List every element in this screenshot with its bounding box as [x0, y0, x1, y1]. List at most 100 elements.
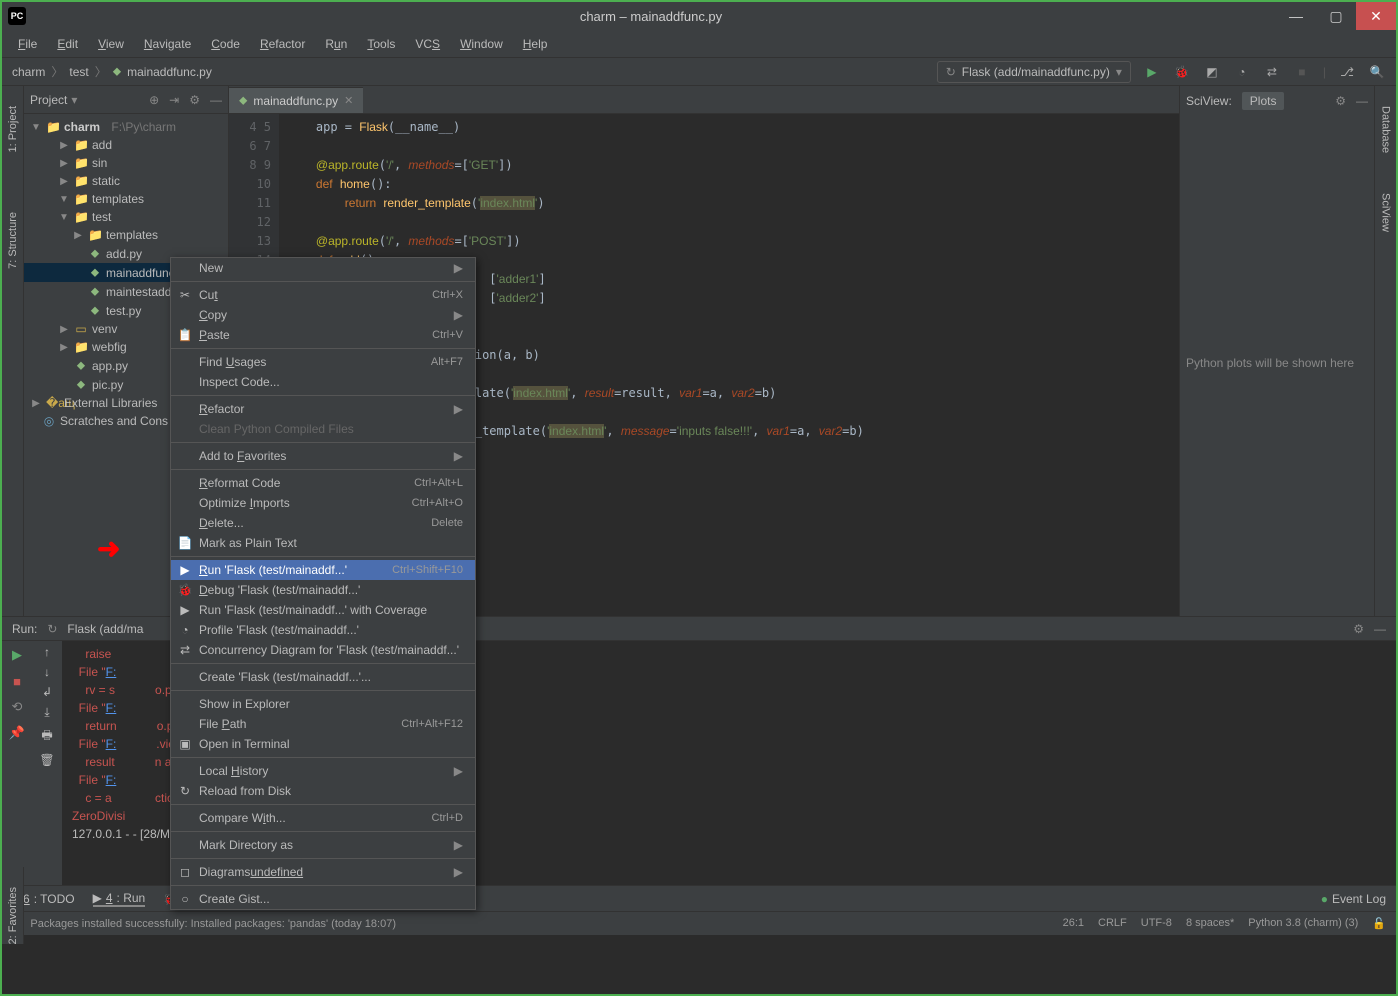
menu-file[interactable]: File [10, 33, 45, 55]
ctx-mark-as-plain-text[interactable]: 📄Mark as Plain Text [171, 533, 475, 553]
close-tab-icon[interactable]: ✕ [344, 94, 353, 107]
context-menu[interactable]: New▶ ✂CutCtrl+XCopy▶📋PasteCtrl+V Find Usag… [170, 257, 476, 910]
hide-icon[interactable]: — [1356, 94, 1368, 108]
project-label: Project [30, 93, 67, 107]
menu-view[interactable]: View [90, 33, 132, 55]
up-icon[interactable]: ↑ [44, 645, 50, 659]
down-icon[interactable]: ↓ [44, 665, 50, 679]
target-icon[interactable]: ⊕ [149, 93, 159, 107]
gear-icon[interactable]: ⚙ [1335, 94, 1346, 108]
menu-window[interactable]: Window [452, 33, 511, 55]
ctx-cut[interactable]: ✂CutCtrl+X [171, 285, 475, 305]
search-icon[interactable]: 🔍 [1368, 63, 1386, 81]
ctx-add-to-favorites[interactable]: Add to Favorites▶ [171, 446, 475, 466]
menu-vcs[interactable]: VCS [407, 33, 448, 55]
line-separator[interactable]: CRLF [1098, 917, 1127, 930]
gear-icon[interactable]: ⚙ [189, 93, 200, 107]
ctx-profile-flask-test-mainaddf-[interactable]: ◔Profile 'Flask (test/mainaddf...' [171, 620, 475, 640]
trash-icon[interactable]: 🗑 [39, 753, 54, 767]
stop-icon[interactable]: ■ [1293, 63, 1311, 81]
tree-item-add[interactable]: ▶📁add [24, 136, 228, 154]
ctx-new[interactable]: New▶ [171, 258, 475, 278]
breadcrumb-file[interactable]: mainaddfunc.py [127, 65, 212, 79]
menu-edit[interactable]: Edit [49, 33, 86, 55]
profile-icon[interactable]: ◔ [1233, 63, 1251, 81]
rerun-icon[interactable]: ▶ [7, 645, 27, 665]
ctx-show-in-explorer[interactable]: Show in Explorer [171, 694, 475, 714]
ctx-run-flask-test-mainaddf-with-c[interactable]: ▶Run 'Flask (test/mainaddf...' with Cove… [171, 600, 475, 620]
tree-item-test[interactable]: ▼📁test [24, 208, 228, 226]
ctx-run-flask-test-mainaddf-[interactable]: ▶Run 'Flask (test/mainaddf...'Ctrl+Shift… [171, 560, 475, 580]
menu-run[interactable]: Run [317, 33, 355, 55]
hide-icon[interactable]: — [1374, 622, 1386, 636]
ctx-inspect-code-[interactable]: Inspect Code... [171, 372, 475, 392]
tree-item-templates[interactable]: ▶📁templates [24, 226, 228, 244]
menu-refactor[interactable]: Refactor [252, 33, 313, 55]
ctx-refactor[interactable]: Refactor▶ [171, 399, 475, 419]
favorites-tool-tab[interactable]: 2: Favorites [7, 887, 19, 944]
indent[interactable]: 8 spaces* [1186, 917, 1234, 930]
maximize-button[interactable]: ▢ [1316, 2, 1356, 30]
pin-icon[interactable]: 📌 [7, 723, 27, 743]
ctx-create-flask-test-mainaddf-[interactable]: Create 'Flask (test/mainaddf...'... [171, 667, 475, 687]
wrap-icon[interactable]: ↲ [42, 685, 52, 699]
scroll-icon[interactable]: ⤓ [44, 705, 49, 720]
structure-tool-tab[interactable]: 7: Structure [7, 212, 19, 269]
ctx-find-usages[interactable]: Find UsagesAlt+F7 [171, 352, 475, 372]
run-tab[interactable]: ▶ 4: Run [93, 891, 146, 907]
ctx-optimize-imports[interactable]: Optimize ImportsCtrl+Alt+O [171, 493, 475, 513]
breadcrumb: charm 〉 test 〉 ⬥ mainaddfunc.py [12, 63, 212, 80]
sciview-tab[interactable]: Plots [1242, 92, 1285, 110]
menu-tools[interactable]: Tools [359, 33, 403, 55]
editor-tab[interactable]: ⬥ mainaddfunc.py ✕ [229, 87, 363, 113]
breadcrumb-root[interactable]: charm [12, 65, 45, 79]
breadcrumb-folder[interactable]: test [69, 65, 88, 79]
ctx-copy[interactable]: Copy▶ [171, 305, 475, 325]
cursor-position[interactable]: 26:1 [1063, 917, 1084, 930]
expand-icon[interactable]: ⇥ [169, 93, 179, 107]
menu-code[interactable]: Code [203, 33, 248, 55]
ctx-open-in-terminal[interactable]: ▣Open in Terminal [171, 734, 475, 754]
sciview-panel: SciView: Plots ⚙ — Python plots will be … [1179, 86, 1374, 616]
event-log-tab[interactable]: ● Event Log [1321, 892, 1386, 906]
encoding[interactable]: UTF-8 [1141, 917, 1172, 930]
lock-icon[interactable]: 🔓 [1372, 917, 1386, 930]
gear-icon[interactable]: ⚙ [1353, 622, 1364, 636]
run-config-selector[interactable]: Flask (add/mainaddfunc.py)▾ [937, 61, 1131, 83]
close-button[interactable]: ✕ [1356, 2, 1396, 30]
status-message: Packages installed successfully: Install… [30, 918, 396, 930]
menu-help[interactable]: Help [515, 33, 556, 55]
coverage-icon[interactable]: ◩ [1203, 63, 1221, 81]
tree-item-static[interactable]: ▶📁static [24, 172, 228, 190]
database-tool-tab[interactable]: Database [1380, 106, 1392, 153]
ctx-mark-directory-as[interactable]: Mark Directory as▶ [171, 835, 475, 855]
interpreter[interactable]: Python 3.8 (charm) (3) [1248, 917, 1358, 930]
ctx-compare-with-[interactable]: Compare With...Ctrl+D [171, 808, 475, 828]
ctx-create-gist-[interactable]: ○Create Gist... [171, 889, 475, 909]
minimize-button[interactable]: — [1276, 2, 1316, 30]
ctx-reformat-code[interactable]: Reformat CodeCtrl+Alt+L [171, 473, 475, 493]
ctx-diagrams[interactable]: ◻Diagramsundefined▶ [171, 862, 475, 882]
restart-icon[interactable]: ⟲ [7, 697, 27, 717]
tree-item-sin[interactable]: ▶📁sin [24, 154, 228, 172]
stop-icon[interactable]: ■ [7, 671, 27, 691]
ctx-paste[interactable]: 📋PasteCtrl+V [171, 325, 475, 345]
sciview-tool-tab[interactable]: SciView [1380, 193, 1392, 232]
ctx-concurrency-diagram-for-flask-[interactable]: ⇄Concurrency Diagram for 'Flask (test/ma… [171, 640, 475, 660]
status-bar: ▢ Packages installed successfully: Insta… [2, 911, 1396, 935]
ctx-reload-from-disk[interactable]: ↻Reload from Disk [171, 781, 475, 801]
hide-icon[interactable]: — [210, 93, 222, 107]
concurrency-icon[interactable]: ⇄ [1263, 63, 1281, 81]
left-gutter-tabs: 1: Project 7: Structure [2, 86, 24, 616]
project-tool-tab[interactable]: 1: Project [7, 106, 19, 152]
ctx-file-path[interactable]: File PathCtrl+Alt+F12 [171, 714, 475, 734]
vcs-icon[interactable]: ⎇ [1338, 63, 1356, 81]
menu-navigate[interactable]: Navigate [136, 33, 199, 55]
debug-icon[interactable]: 🐞 [1173, 63, 1191, 81]
ctx-debug-flask-test-mainaddf-[interactable]: 🐞Debug 'Flask (test/mainaddf...' [171, 580, 475, 600]
ctx-local-history[interactable]: Local History▶ [171, 761, 475, 781]
ctx-delete-[interactable]: Delete...Delete [171, 513, 475, 533]
run-icon[interactable]: ▶ [1143, 63, 1161, 81]
tree-item-templates[interactable]: ▼📁templates [24, 190, 228, 208]
print-icon[interactable]: 🖶 [41, 726, 52, 747]
